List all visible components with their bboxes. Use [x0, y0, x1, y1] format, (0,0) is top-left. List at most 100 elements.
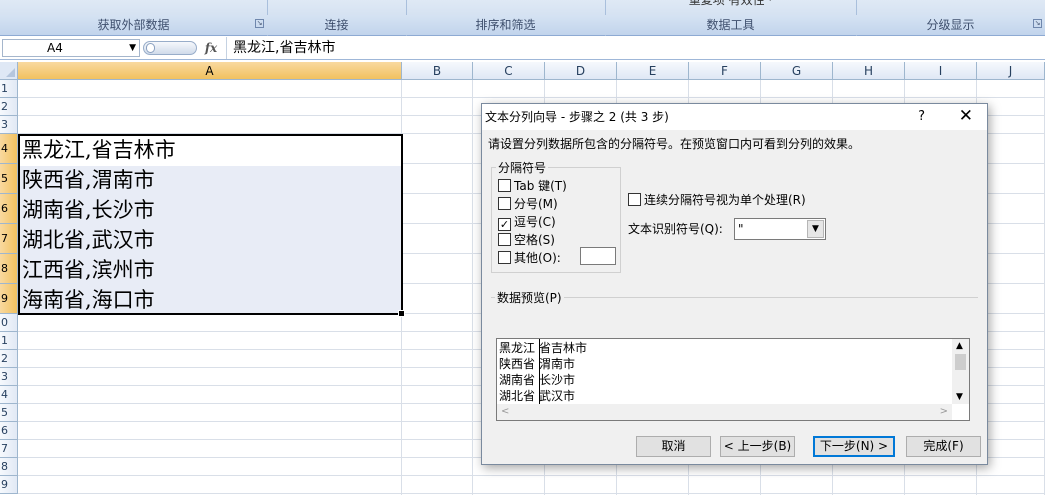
ribbon-group-connections: 连接	[267, 0, 407, 36]
row-header[interactable]: 4	[0, 134, 18, 164]
row-header[interactable]: 1	[0, 332, 18, 350]
checkbox-consecutive[interactable]	[628, 193, 641, 206]
column-header-e[interactable]: E	[617, 62, 689, 80]
ribbon-group-data-tools: 重复项 有效性 · 数据工具	[605, 0, 857, 36]
column-header-j[interactable]: J	[977, 62, 1045, 80]
delimiters-legend: 分隔符号	[496, 159, 549, 176]
row-header[interactable]: 6	[0, 422, 18, 440]
preview-cell: 陕西省	[499, 357, 536, 371]
column-header-a[interactable]: A	[18, 62, 402, 80]
row-header[interactable]: 8	[0, 254, 18, 284]
cell-a6[interactable]: 湖南省,长沙市	[22, 194, 155, 224]
text-qualifier-select[interactable]: " ▼	[734, 218, 826, 240]
back-button[interactable]: < 上一步(B)	[720, 436, 795, 457]
preview-row: 湖北省 武汉市	[499, 388, 575, 404]
cell-a7[interactable]: 湖北省,武汉市	[22, 224, 155, 254]
fill-handle[interactable]	[398, 310, 405, 317]
column-header-f[interactable]: F	[689, 62, 761, 80]
row-header[interactable]: 4	[0, 386, 18, 404]
delimiter-semicolon-label: 分号(M)	[514, 197, 558, 211]
other-delimiter-input[interactable]	[580, 247, 616, 265]
formula-input[interactable]: 黑龙江,省吉林市	[226, 37, 1045, 59]
chevron-up-icon[interactable]: ▲	[956, 341, 963, 351]
checkbox-tab[interactable]	[498, 179, 511, 192]
gridline	[18, 475, 1045, 476]
cell-a8[interactable]: 江西省,滨州市	[22, 254, 155, 284]
dialog-launcher-icon[interactable]: ↘	[1033, 19, 1042, 28]
row-header[interactable]: 7	[0, 440, 18, 458]
help-icon[interactable]: ?	[918, 104, 925, 130]
gridline	[18, 493, 1045, 494]
scroll-thumb[interactable]	[955, 354, 966, 370]
delimiter-other-label: 其他(O):	[514, 251, 561, 265]
chevron-down-icon[interactable]: ▼	[807, 220, 824, 238]
column-header-c[interactable]: C	[473, 62, 545, 80]
preview-cell: 武汉市	[539, 389, 576, 403]
name-box-value: A4	[47, 41, 63, 55]
cell-a9[interactable]: 海南省,海口市	[22, 284, 155, 314]
dialog-instructions: 请设置分列数据所包含的分隔符号。在预览窗口内可看到分列的效果。	[488, 137, 861, 151]
chevron-left-icon[interactable]: <	[501, 404, 509, 420]
checkbox-space[interactable]	[498, 233, 511, 246]
row-header[interactable]: 2	[0, 350, 18, 368]
row-header[interactable]: 3	[0, 116, 18, 134]
delimiter-space-label: 空格(S)	[514, 233, 555, 247]
dialog-launcher-icon[interactable]: ↘	[255, 19, 264, 28]
column-header-d[interactable]: D	[545, 62, 617, 80]
row-header[interactable]: 9	[0, 476, 18, 494]
ribbon: 获取外部数据 ↘ 连接 排序和筛选 重复项 有效性 · 数据工具 分级显示 ↘	[0, 0, 1045, 36]
select-all-button[interactable]	[0, 62, 18, 80]
ribbon-group-outline: 分级显示 ↘	[856, 0, 1045, 36]
row-header[interactable]: 7	[0, 224, 18, 254]
consecutive-delimiters-option[interactable]: 连续分隔符号视为单个处理(R)	[628, 191, 806, 208]
text-to-columns-dialog: 文本分列向导 - 步骤之 2 (共 3 步) ? ✕ 请设置分列数据所包含的分隔…	[481, 103, 988, 465]
row-header[interactable]: 9	[0, 284, 18, 314]
insert-function-icon[interactable]: fx	[201, 39, 221, 57]
column-header-g[interactable]: G	[761, 62, 833, 80]
preview-horizontal-scrollbar[interactable]: < >	[497, 404, 952, 420]
row-header[interactable]: 1	[0, 80, 18, 98]
column-header-h[interactable]: H	[833, 62, 905, 80]
checkbox-semicolon[interactable]	[498, 197, 511, 210]
finish-button[interactable]: 完成(F)	[906, 436, 981, 457]
row-header[interactable]: 0	[0, 314, 18, 332]
row-header[interactable]: 6	[0, 194, 18, 224]
ribbon-cutoff-text: 重复项 有效性 ·	[688, 0, 773, 7]
checkbox-other[interactable]	[498, 251, 511, 264]
delimiter-tab[interactable]: Tab 键(T)	[498, 178, 567, 194]
delimiter-comma[interactable]: ✓ 逗号(C)	[498, 214, 556, 231]
row-header[interactable]: 5	[0, 164, 18, 194]
preview-cell: 湖南省	[499, 373, 536, 387]
delimiter-other[interactable]: 其他(O):	[498, 247, 616, 266]
checkbox-comma[interactable]: ✓	[498, 218, 511, 231]
preview-cell: 省吉林市	[539, 341, 588, 355]
chevron-right-icon[interactable]: >	[940, 404, 948, 420]
delimiter-semicolon[interactable]: 分号(M)	[498, 196, 558, 212]
preview-cell: 黑龙江	[499, 341, 536, 355]
ribbon-group-label: 分级显示	[856, 15, 1045, 35]
cancel-button[interactable]: 取消	[636, 436, 711, 457]
name-box[interactable]: A4 ▼	[2, 39, 140, 57]
column-header-i[interactable]: I	[905, 62, 977, 80]
next-button[interactable]: 下一步(N) >	[813, 436, 895, 457]
delimiter-tab-label: Tab 键(T)	[514, 179, 567, 193]
ribbon-group-get-external-data: 获取外部数据 ↘	[0, 0, 268, 36]
cell-a4[interactable]: 黑龙江,省吉林市	[22, 134, 176, 164]
preview-vertical-scrollbar[interactable]: ▲ ▼	[952, 339, 969, 404]
preview-row: 湖南省 长沙市	[499, 372, 575, 388]
delimiter-space[interactable]: 空格(S)	[498, 232, 555, 248]
cell-a5[interactable]: 陕西省,渭南市	[22, 164, 155, 194]
row-header[interactable]: 5	[0, 404, 18, 422]
row-header[interactable]: 3	[0, 368, 18, 386]
gridline	[472, 80, 473, 495]
formula-bar-resize-handle[interactable]	[143, 41, 197, 55]
data-preview-pane[interactable]: 黑龙江 省吉林市 陕西省 渭南市 湖南省 长沙市 湖北省 武汉市 ▲ ▼ < >	[496, 338, 970, 421]
row-header[interactable]: 2	[0, 98, 18, 116]
dialog-title: 文本分列向导 - 步骤之 2 (共 3 步)	[482, 104, 987, 130]
chevron-down-icon[interactable]: ▼	[129, 40, 136, 56]
row-header[interactable]: 8	[0, 458, 18, 476]
column-header-b[interactable]: B	[402, 62, 473, 80]
close-icon[interactable]: ✕	[959, 104, 973, 130]
preview-cell: 长沙市	[539, 373, 576, 387]
chevron-down-icon[interactable]: ▼	[956, 392, 963, 402]
